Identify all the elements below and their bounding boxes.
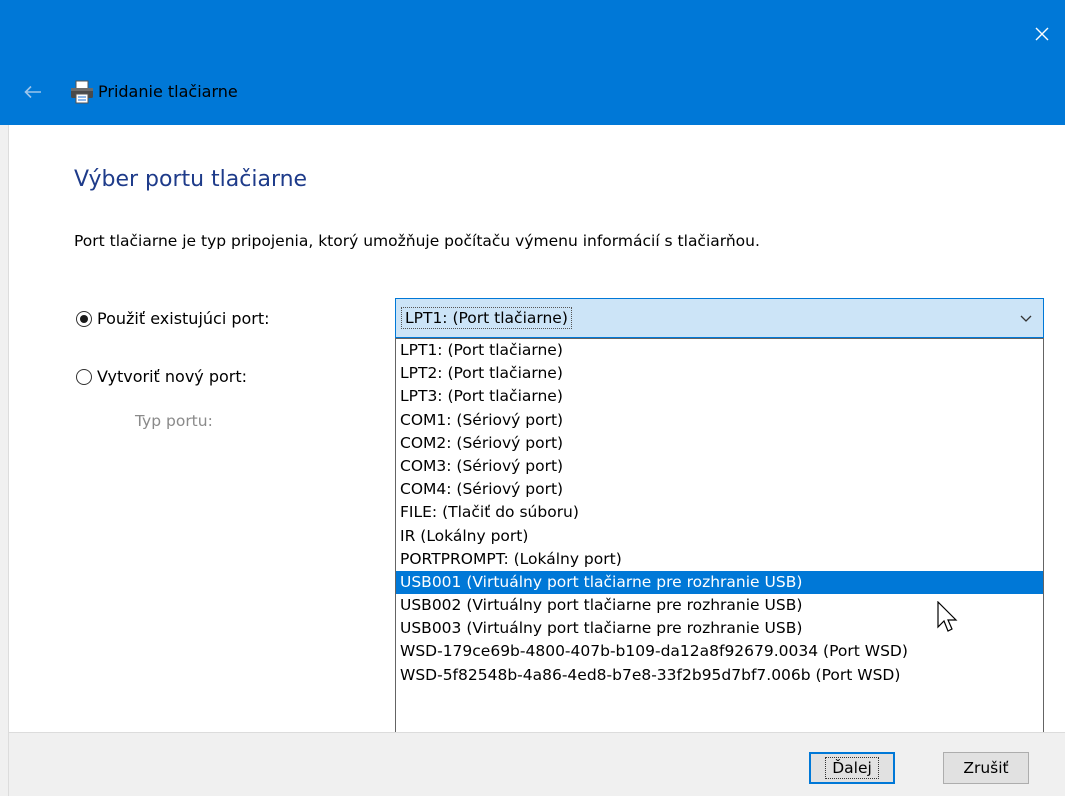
port-option[interactable]: COM2: (Sériový port)	[396, 432, 1043, 455]
port-option[interactable]: PORTPROMPT: (Lokálny port)	[396, 548, 1043, 571]
port-option[interactable]: FILE: (Tlačiť do súboru)	[396, 501, 1043, 524]
mouse-pointer-icon	[937, 601, 958, 632]
page-description: Port tlačiarne je typ pripojenia, ktorý …	[74, 232, 760, 250]
button-bar	[9, 732, 1065, 796]
cancel-button[interactable]: Zrušiť	[943, 752, 1029, 784]
port-option[interactable]: COM1: (Sériový port)	[396, 409, 1043, 432]
next-button-label: Ďalej	[825, 757, 879, 779]
port-option[interactable]: LPT1: (Port tlačiarne)	[396, 339, 1043, 362]
port-option[interactable]: USB001 (Virtuálny port tlačiarne pre roz…	[396, 570, 1043, 595]
port-option[interactable]: COM4: (Sériový port)	[396, 478, 1043, 501]
port-select[interactable]: LPT1: (Port tlačiarne)	[395, 298, 1044, 338]
page-heading: Výber portu tlačiarne	[74, 167, 308, 192]
use-existing-port-label: Použiť existujúci port:	[97, 309, 270, 328]
port-select-value: LPT1: (Port tlačiarne)	[401, 307, 572, 329]
create-new-port-radio[interactable]: Vytvoriť nový port:	[76, 367, 247, 386]
chevron-down-icon	[1020, 315, 1032, 322]
port-option[interactable]: WSD-179ce69b-4800-407b-b109-da12a8f92679…	[396, 640, 1043, 663]
create-new-port-label: Vytvoriť nový port:	[97, 367, 248, 386]
port-option[interactable]: COM3: (Sériový port)	[396, 455, 1043, 478]
port-dropdown-list[interactable]: LPT1: (Port tlačiarne) LPT2: (Port tlačia…	[395, 338, 1044, 734]
cancel-button-label: Zrušiť	[963, 759, 1009, 777]
use-existing-port-radio[interactable]: Použiť existujúci port:	[76, 309, 270, 328]
left-edge	[0, 125, 9, 796]
close-button[interactable]	[1019, 12, 1065, 56]
port-option[interactable]: LPT2: (Port tlačiarne)	[396, 362, 1043, 385]
radio-unchecked-icon	[76, 368, 92, 385]
radio-checked-icon	[76, 310, 92, 327]
title-bar: Pridanie tlačiarne	[0, 0, 1065, 125]
back-arrow-icon	[24, 85, 41, 99]
port-type-label: Typ portu:	[135, 412, 213, 430]
port-option[interactable]: LPT3: (Port tlačiarne)	[396, 385, 1043, 408]
port-option[interactable]: WSD-5f82548b-4a86-4ed8-b7e8-33f2b95d7bf7…	[396, 664, 1043, 687]
back-button[interactable]	[20, 80, 46, 104]
port-option[interactable]: IR (Lokálny port)	[396, 525, 1043, 548]
window-title: Pridanie tlačiarne	[98, 82, 238, 101]
printer-icon	[71, 80, 93, 104]
next-button[interactable]: Ďalej	[809, 752, 895, 784]
close-icon	[1035, 27, 1049, 41]
